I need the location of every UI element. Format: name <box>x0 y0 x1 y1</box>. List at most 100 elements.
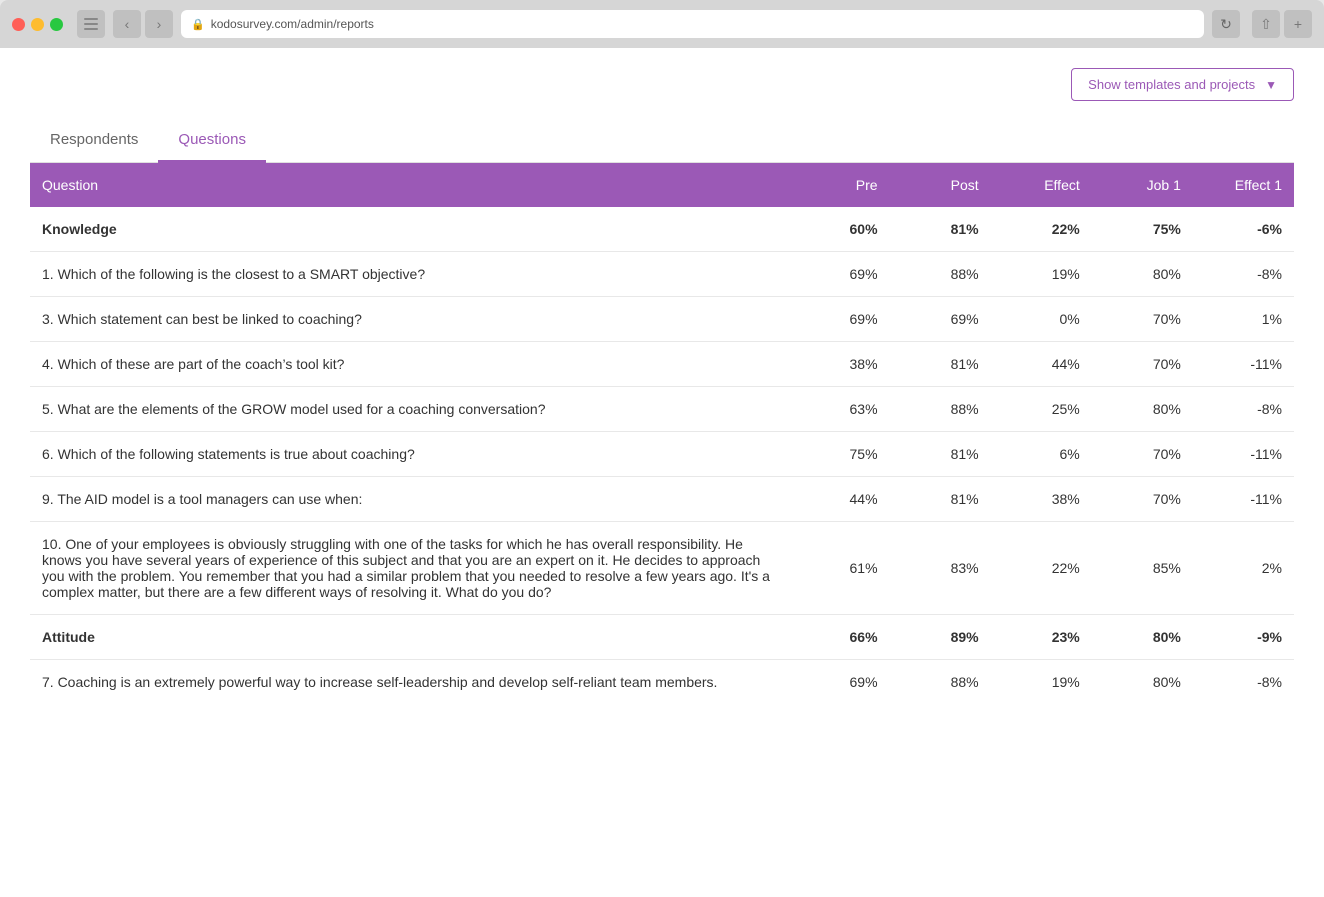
cell-pre: 69% <box>788 252 889 297</box>
new-tab-button[interactable]: + <box>1284 10 1312 38</box>
table-row: 7. Coaching is an extremely powerful way… <box>30 660 1294 705</box>
cell-job1: 70% <box>1092 432 1193 477</box>
table-row: 4. Which of these are part of the coach’… <box>30 342 1294 387</box>
cell-job1: 85% <box>1092 522 1193 615</box>
table-header-row: Question Pre Post Effect Job 1 Effect 1 <box>30 163 1294 207</box>
col-header-question: Question <box>30 163 788 207</box>
cell-effect: 6% <box>991 432 1092 477</box>
cell-question: 1. Which of the following is the closest… <box>30 252 788 297</box>
col-header-pre: Pre <box>788 163 889 207</box>
cell-effect: 23% <box>991 615 1092 660</box>
cell-pre: 60% <box>788 207 889 252</box>
share-button[interactable]: ⇧ <box>1252 10 1280 38</box>
browser-window: ‹ › 🔒 kodosurvey.com/admin/reports ↻ ⇧ +… <box>0 0 1324 897</box>
cell-job1: 75% <box>1092 207 1193 252</box>
cell-job1: 80% <box>1092 252 1193 297</box>
table-row: Knowledge60%81%22%75%-6% <box>30 207 1294 252</box>
col-header-post: Post <box>890 163 991 207</box>
cell-pre: 63% <box>788 387 889 432</box>
cell-pre: 66% <box>788 615 889 660</box>
table-row: 5. What are the elements of the GROW mod… <box>30 387 1294 432</box>
table-row: 3. Which statement can best be linked to… <box>30 297 1294 342</box>
url-text: kodosurvey.com/admin/reports <box>211 17 374 31</box>
cell-post: 69% <box>890 297 991 342</box>
cell-question: Attitude <box>30 615 788 660</box>
cell-effect1: -11% <box>1193 432 1294 477</box>
tab-questions[interactable]: Questions <box>158 121 266 163</box>
show-templates-label: Show templates and projects <box>1088 77 1255 92</box>
cell-post: 88% <box>890 252 991 297</box>
address-bar[interactable]: 🔒 kodosurvey.com/admin/reports <box>181 10 1204 38</box>
cell-pre: 38% <box>788 342 889 387</box>
table-row: Attitude66%89%23%80%-9% <box>30 615 1294 660</box>
cell-job1: 70% <box>1092 342 1193 387</box>
cell-effect1: -8% <box>1193 252 1294 297</box>
browser-toolbar: ‹ › 🔒 kodosurvey.com/admin/reports ↻ ⇧ + <box>0 10 1324 48</box>
cell-post: 81% <box>890 432 991 477</box>
report-table: Question Pre Post Effect Job 1 Effect 1 … <box>30 163 1294 704</box>
close-dot[interactable] <box>12 18 25 31</box>
forward-button[interactable]: › <box>145 10 173 38</box>
top-bar: Show templates and projects ▼ <box>30 68 1294 101</box>
window-controls <box>12 18 63 31</box>
cell-effect1: -9% <box>1193 615 1294 660</box>
cell-question: 4. Which of these are part of the coach’… <box>30 342 788 387</box>
cell-post: 81% <box>890 342 991 387</box>
cell-question: 9. The AID model is a tool managers can … <box>30 477 788 522</box>
cell-question: 6. Which of the following statements is … <box>30 432 788 477</box>
cell-question: 3. Which statement can best be linked to… <box>30 297 788 342</box>
tabs: Respondents Questions <box>30 121 1294 163</box>
back-button[interactable]: ‹ <box>113 10 141 38</box>
cell-job1: 70% <box>1092 297 1193 342</box>
cell-effect1: -11% <box>1193 477 1294 522</box>
cell-effect: 25% <box>991 387 1092 432</box>
reload-button[interactable]: ↻ <box>1212 10 1240 38</box>
cell-effect: 44% <box>991 342 1092 387</box>
tab-respondents[interactable]: Respondents <box>30 121 158 163</box>
cell-pre: 75% <box>788 432 889 477</box>
cell-effect1: 2% <box>1193 522 1294 615</box>
table-row: 6. Which of the following statements is … <box>30 432 1294 477</box>
lock-icon: 🔒 <box>191 18 205 31</box>
cell-job1: 80% <box>1092 615 1193 660</box>
cell-effect1: -11% <box>1193 342 1294 387</box>
browser-action-buttons: ⇧ + <box>1252 10 1312 38</box>
cell-effect1: -8% <box>1193 387 1294 432</box>
cell-pre: 44% <box>788 477 889 522</box>
cell-job1: 70% <box>1092 477 1193 522</box>
cell-effect: 22% <box>991 207 1092 252</box>
col-header-job1: Job 1 <box>1092 163 1193 207</box>
show-templates-button[interactable]: Show templates and projects ▼ <box>1071 68 1294 101</box>
page-content: Show templates and projects ▼ Respondent… <box>0 48 1324 897</box>
cell-post: 88% <box>890 660 991 705</box>
table-row: 9. The AID model is a tool managers can … <box>30 477 1294 522</box>
cell-effect1: -8% <box>1193 660 1294 705</box>
cell-question: 5. What are the elements of the GROW mod… <box>30 387 788 432</box>
cell-job1: 80% <box>1092 387 1193 432</box>
col-header-effect1: Effect 1 <box>1193 163 1294 207</box>
cell-effect: 38% <box>991 477 1092 522</box>
minimize-dot[interactable] <box>31 18 44 31</box>
sidebar-toggle[interactable] <box>77 10 105 38</box>
cell-effect: 22% <box>991 522 1092 615</box>
col-header-effect: Effect <box>991 163 1092 207</box>
cell-pre: 69% <box>788 660 889 705</box>
cell-question: Knowledge <box>30 207 788 252</box>
cell-pre: 61% <box>788 522 889 615</box>
cell-question: 10. One of your employees is obviously s… <box>30 522 788 615</box>
cell-effect: 19% <box>991 660 1092 705</box>
cell-effect: 19% <box>991 252 1092 297</box>
cell-effect1: -6% <box>1193 207 1294 252</box>
cell-pre: 69% <box>788 297 889 342</box>
cell-effect1: 1% <box>1193 297 1294 342</box>
cell-post: 89% <box>890 615 991 660</box>
cell-job1: 80% <box>1092 660 1193 705</box>
cell-post: 81% <box>890 207 991 252</box>
table-row: 1. Which of the following is the closest… <box>30 252 1294 297</box>
nav-buttons: ‹ › <box>113 10 173 38</box>
cell-post: 81% <box>890 477 991 522</box>
cell-post: 88% <box>890 387 991 432</box>
maximize-dot[interactable] <box>50 18 63 31</box>
dropdown-arrow-icon: ▼ <box>1265 78 1277 92</box>
cell-post: 83% <box>890 522 991 615</box>
